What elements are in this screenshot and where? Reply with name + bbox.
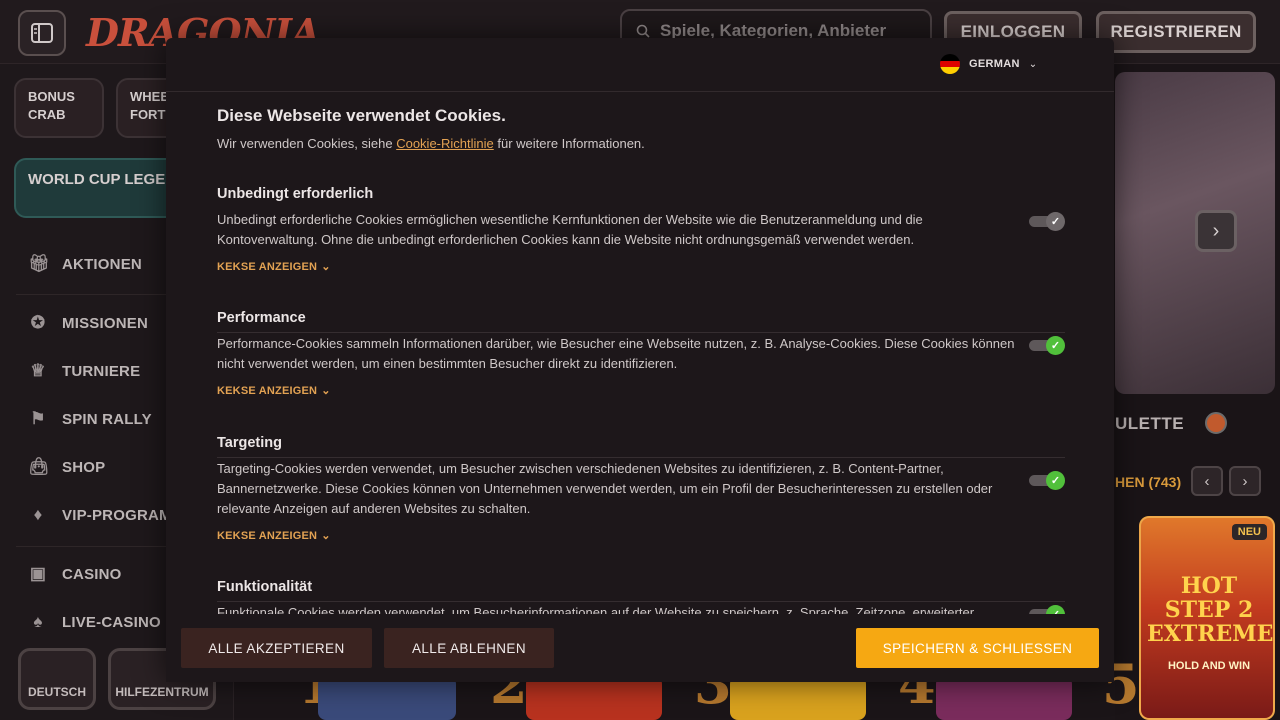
reject-all-button[interactable]: ALLE ABLEHNEN (384, 628, 554, 668)
chevron-left-icon: ‹ (1204, 472, 1210, 490)
category-title: Unbedingt erforderlich (217, 186, 374, 202)
language-selector-label: GERMAN (969, 58, 1020, 70)
sidebar-item-label: TURNIERE (62, 362, 141, 380)
game-thumbnail[interactable] (936, 676, 1072, 720)
category-title: Targeting (217, 435, 282, 451)
sidebar-item-label: CASINO (62, 565, 122, 583)
list-prev-button[interactable]: ‹ (1191, 466, 1223, 496)
roulette-icon (1205, 412, 1227, 434)
category-description: Funktionale Cookies werden verwendet, um… (217, 605, 975, 614)
cookie-category-strictly-necessary: Unbedingt erforderlich Unbedingt erforde… (217, 186, 1065, 273)
gift-icon: 🎁︎ (28, 254, 50, 273)
cookie-category-targeting: Targeting Targeting-Cookies werden verwe… (217, 435, 1065, 542)
cookie-consent-dialog: GERMAN ⌄ Diese Webseite verwendet Cookie… (166, 38, 1114, 682)
sidebar-item-label: SPIN RALLY (62, 410, 152, 428)
promo-bonus-crab[interactable]: BONUS CRAB (14, 78, 104, 138)
sidebar-item-label: MISSIONEN (62, 314, 148, 332)
dialog-intro: Wir verwenden Cookies, siehe Cookie-Rich… (217, 136, 645, 151)
functionality-toggle[interactable]: ✓ (1029, 605, 1065, 614)
show-cookies-label: KEKSE ANZEIGEN (217, 260, 318, 273)
game-title: HOT STEP 2 EXTREME (1147, 573, 1274, 647)
game-thumbnail[interactable] (526, 676, 662, 720)
show-cookies-link[interactable]: KEKSE ANZEIGEN ⌄ (217, 260, 1065, 274)
show-cookies-link[interactable]: KEKSE ANZEIGEN ⌄ (217, 529, 1065, 543)
check-icon: ✓ (1046, 605, 1065, 614)
chevron-down-icon: ⌄ (1028, 58, 1038, 70)
sidebar-item-label: LIVE-CASINO (62, 613, 161, 631)
language-selector[interactable]: GERMAN ⌄ (940, 54, 1037, 74)
sidebar-item-shop[interactable]: 👜︎ SHOP (28, 457, 105, 477)
chevron-down-icon: ⌄ (321, 385, 331, 397)
sidebar-item-missionen[interactable]: ✪ MISSIONEN (28, 313, 148, 333)
performance-toggle[interactable]: ✓ (1029, 336, 1065, 355)
chevron-down-icon: ⌄ (321, 261, 331, 273)
bag-icon: 👜︎ (28, 457, 50, 476)
rally-icon: ⚑ (30, 409, 46, 428)
sidebar-item-turniere[interactable]: ♕ TURNIERE (28, 361, 140, 381)
carousel-next-button[interactable]: › (1195, 210, 1237, 252)
language-button[interactable]: DEUTSCH (18, 648, 96, 710)
dialog-footer: ALLE AKZEPTIEREN ALLE ABLEHNEN SPEICHERN… (166, 614, 1114, 682)
language-label: DEUTSCH (27, 685, 86, 699)
game-subtitle: HOLD AND WIN (1167, 660, 1251, 672)
dialog-header: GERMAN ⌄ (166, 38, 1114, 92)
accept-all-button[interactable]: ALLE AKZEPTIEREN (181, 628, 372, 668)
sidebar-item-label: SHOP (62, 458, 106, 476)
game-thumbnail[interactable] (318, 676, 456, 720)
sidebar-item-label: AKTIONEN (62, 255, 142, 273)
search-icon (636, 24, 650, 38)
diamond-icon: ♦ (33, 505, 43, 524)
category-description: Targeting-Cookies werden verwendet, um B… (217, 461, 993, 516)
chevron-down-icon: ⌄ (321, 530, 331, 542)
category-description: Unbedingt erforderliche Cookies ermöglic… (217, 212, 923, 247)
show-cookies-label: KEKSE ANZEIGEN (217, 384, 318, 397)
check-icon: ✓ (1046, 336, 1065, 355)
slot-machine-icon: ▣ (29, 564, 47, 583)
check-icon: ✓ (1046, 471, 1065, 490)
game-tile[interactable]: NEU HOT STEP 2 EXTREME HOLD AND WIN (1139, 516, 1275, 720)
save-and-close-button[interactable]: SPEICHERN & SCHLIESSEN (856, 628, 1099, 668)
list-next-button[interactable]: › (1229, 466, 1261, 496)
show-cookies-label: KEKSE ANZEIGEN (217, 529, 318, 542)
sidebar-item-aktionen[interactable]: 🎁︎ AKTIONEN (28, 254, 142, 274)
cookie-policy-link[interactable]: Cookie-Richtlinie (396, 136, 494, 151)
sidebar-item-casino[interactable]: ▣ CASINO (28, 564, 122, 584)
chevron-right-icon: › (1212, 219, 1220, 242)
cookie-settings-scroll-area[interactable]: Diese Webseite verwendet Cookies. Wir ve… (217, 92, 1065, 614)
german-flag-icon (940, 54, 960, 74)
chevron-right-icon: › (1242, 472, 1248, 490)
register-button[interactable]: REGISTRIEREN (1096, 11, 1256, 53)
game-thumbnail[interactable] (730, 676, 866, 720)
targeting-toggle[interactable]: ✓ (1029, 471, 1065, 490)
help-label: HILFEZENTRUM (115, 685, 209, 699)
sidebar-icon (31, 23, 53, 43)
cards-icon: ♠ (33, 612, 43, 631)
section-count[interactable]: HEN (743) (1115, 474, 1181, 490)
sidebar-item-vip[interactable]: ♦ VIP-PROGRAMM (28, 505, 185, 525)
category-title: Funktionalität (217, 579, 313, 595)
intro-text: für weitere Informationen. (493, 136, 645, 151)
main-content: › ULETTE HEN (743) ‹ › NEU HOT STEP 2 EX… (1115, 64, 1280, 720)
intro-text: Wir verwenden Cookies, siehe (217, 136, 397, 151)
menu-toggle-button[interactable] (18, 10, 66, 56)
check-icon: ✓ (1046, 212, 1065, 231)
medal-icon: ✪ (30, 313, 46, 332)
category-label[interactable]: ULETTE (1115, 414, 1184, 434)
show-cookies-link[interactable]: KEKSE ANZEIGEN ⌄ (217, 384, 1065, 398)
category-title: Performance (217, 310, 306, 326)
category-description: Performance-Cookies sammeln Informatione… (217, 336, 1015, 371)
dialog-title: Diese Webseite verwendet Cookies. (217, 106, 506, 125)
cookie-category-functionality: Funktionalität Funktionale Cookies werde… (217, 579, 1065, 614)
strictly-necessary-toggle[interactable]: ✓ (1029, 212, 1065, 231)
sidebar-item-live-casino[interactable]: ♠ LIVE-CASINO (28, 612, 161, 632)
trophy-icon: ♕ (30, 361, 46, 380)
sidebar-item-spin-rally[interactable]: ⚑ SPIN RALLY (28, 409, 152, 429)
new-badge: NEU (1231, 524, 1267, 540)
cookie-category-performance: Performance Performance-Cookies sammeln … (217, 310, 1065, 397)
